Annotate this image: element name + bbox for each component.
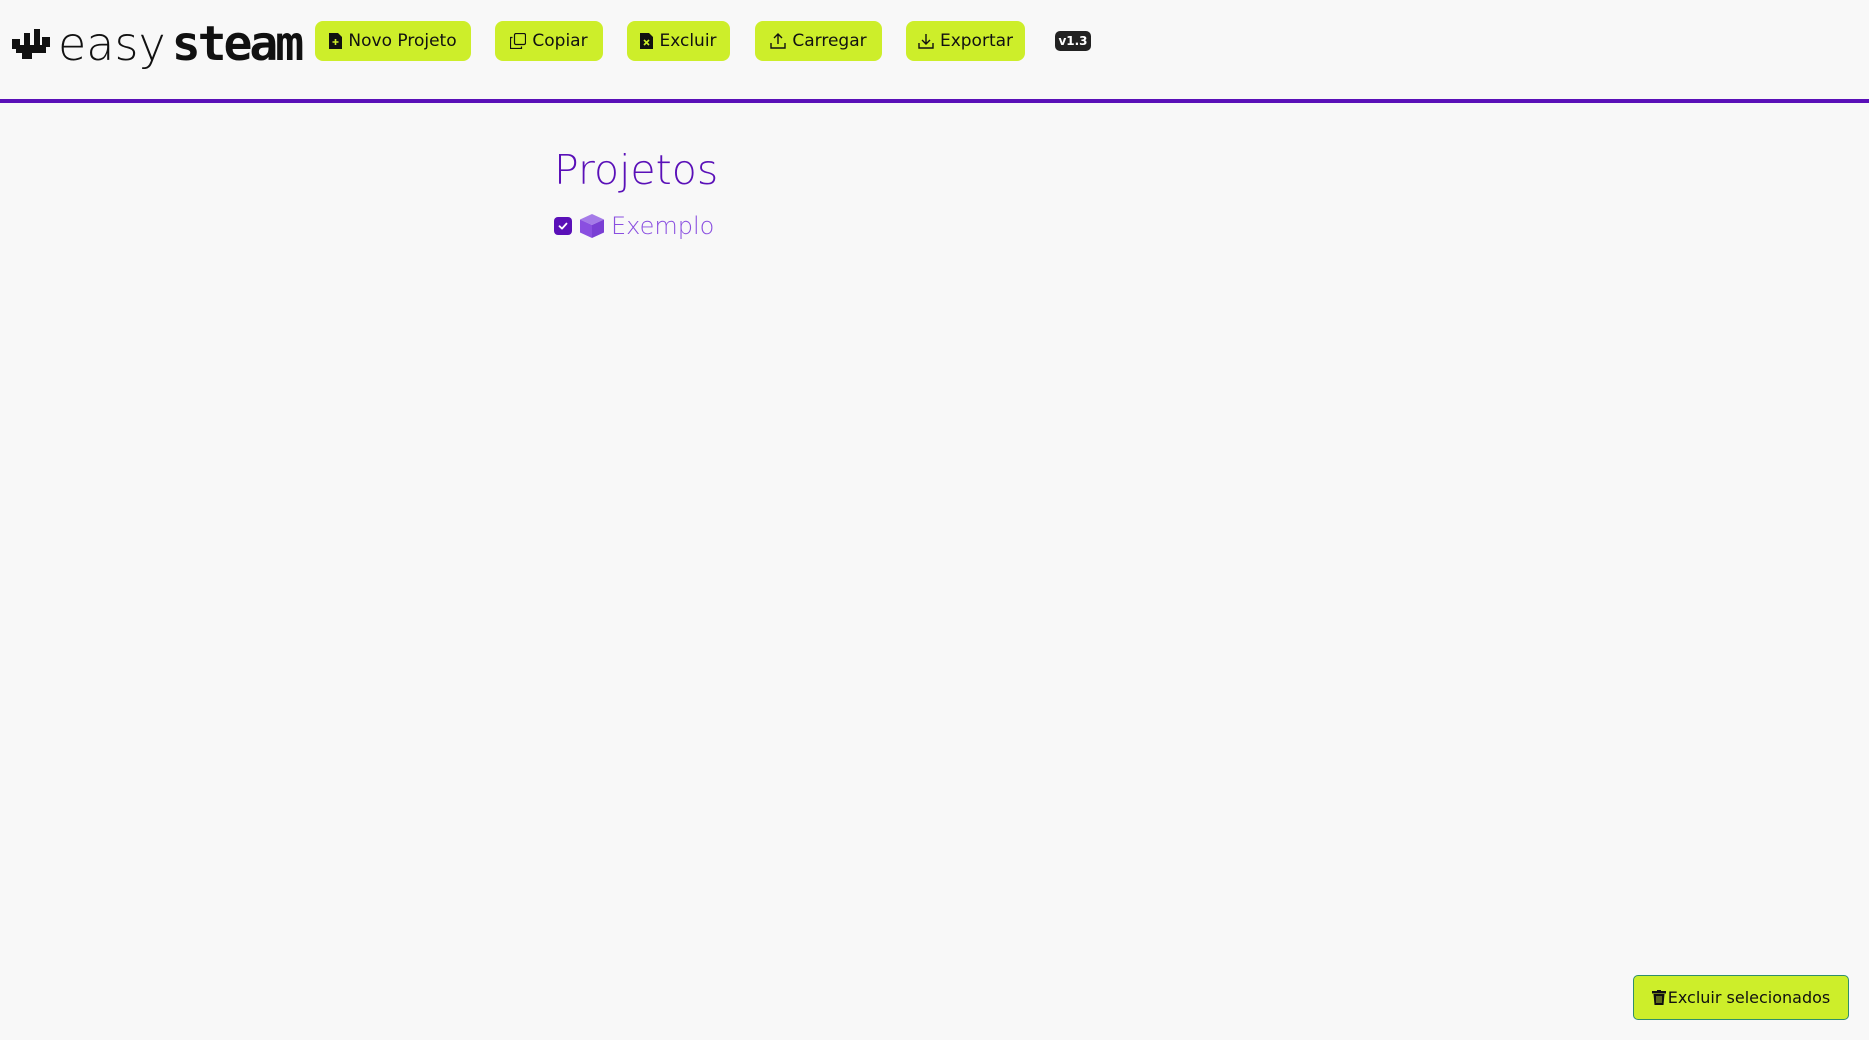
download-icon	[918, 34, 934, 49]
project-list-item[interactable]: Exemplo	[554, 208, 714, 244]
version-badge: v1.3	[1055, 31, 1091, 51]
easysteam-logo-icon	[12, 29, 50, 59]
brand-name-light: easy	[58, 17, 166, 71]
new-project-button[interactable]: Novo Projeto	[315, 21, 471, 61]
page-title: Projetos	[554, 146, 719, 194]
brand-name-bold: steam	[171, 16, 304, 72]
copy-button[interactable]: Copiar	[495, 21, 603, 61]
check-icon	[558, 222, 568, 230]
top-header: easy steam Novo Projeto Copiar Excluir C…	[0, 0, 1869, 103]
delete-selected-label: Excluir selecionados	[1667, 988, 1831, 1007]
export-button[interactable]: Exportar	[906, 21, 1025, 61]
upload-icon	[770, 33, 787, 49]
delete-selected-button[interactable]: Excluir selecionados	[1633, 975, 1849, 1020]
brand-logo[interactable]: easy steam	[12, 16, 304, 72]
project-checkbox[interactable]	[554, 217, 572, 235]
export-label: Exportar	[939, 31, 1014, 51]
app-page: easy steam Novo Projeto Copiar Excluir C…	[0, 0, 1869, 1040]
copy-label: Copiar	[532, 31, 588, 51]
new-project-label: Novo Projeto	[348, 31, 457, 51]
trash-icon	[1651, 990, 1666, 1005]
load-button[interactable]: Carregar	[755, 21, 882, 61]
new-file-icon	[329, 33, 343, 49]
delete-button[interactable]: Excluir	[627, 21, 730, 61]
delete-label: Excluir	[659, 31, 717, 51]
project-name[interactable]: Exemplo	[611, 212, 714, 240]
load-label: Carregar	[792, 31, 867, 51]
cube-icon	[580, 214, 604, 238]
copy-icon	[510, 33, 527, 49]
delete-file-icon	[640, 33, 654, 49]
